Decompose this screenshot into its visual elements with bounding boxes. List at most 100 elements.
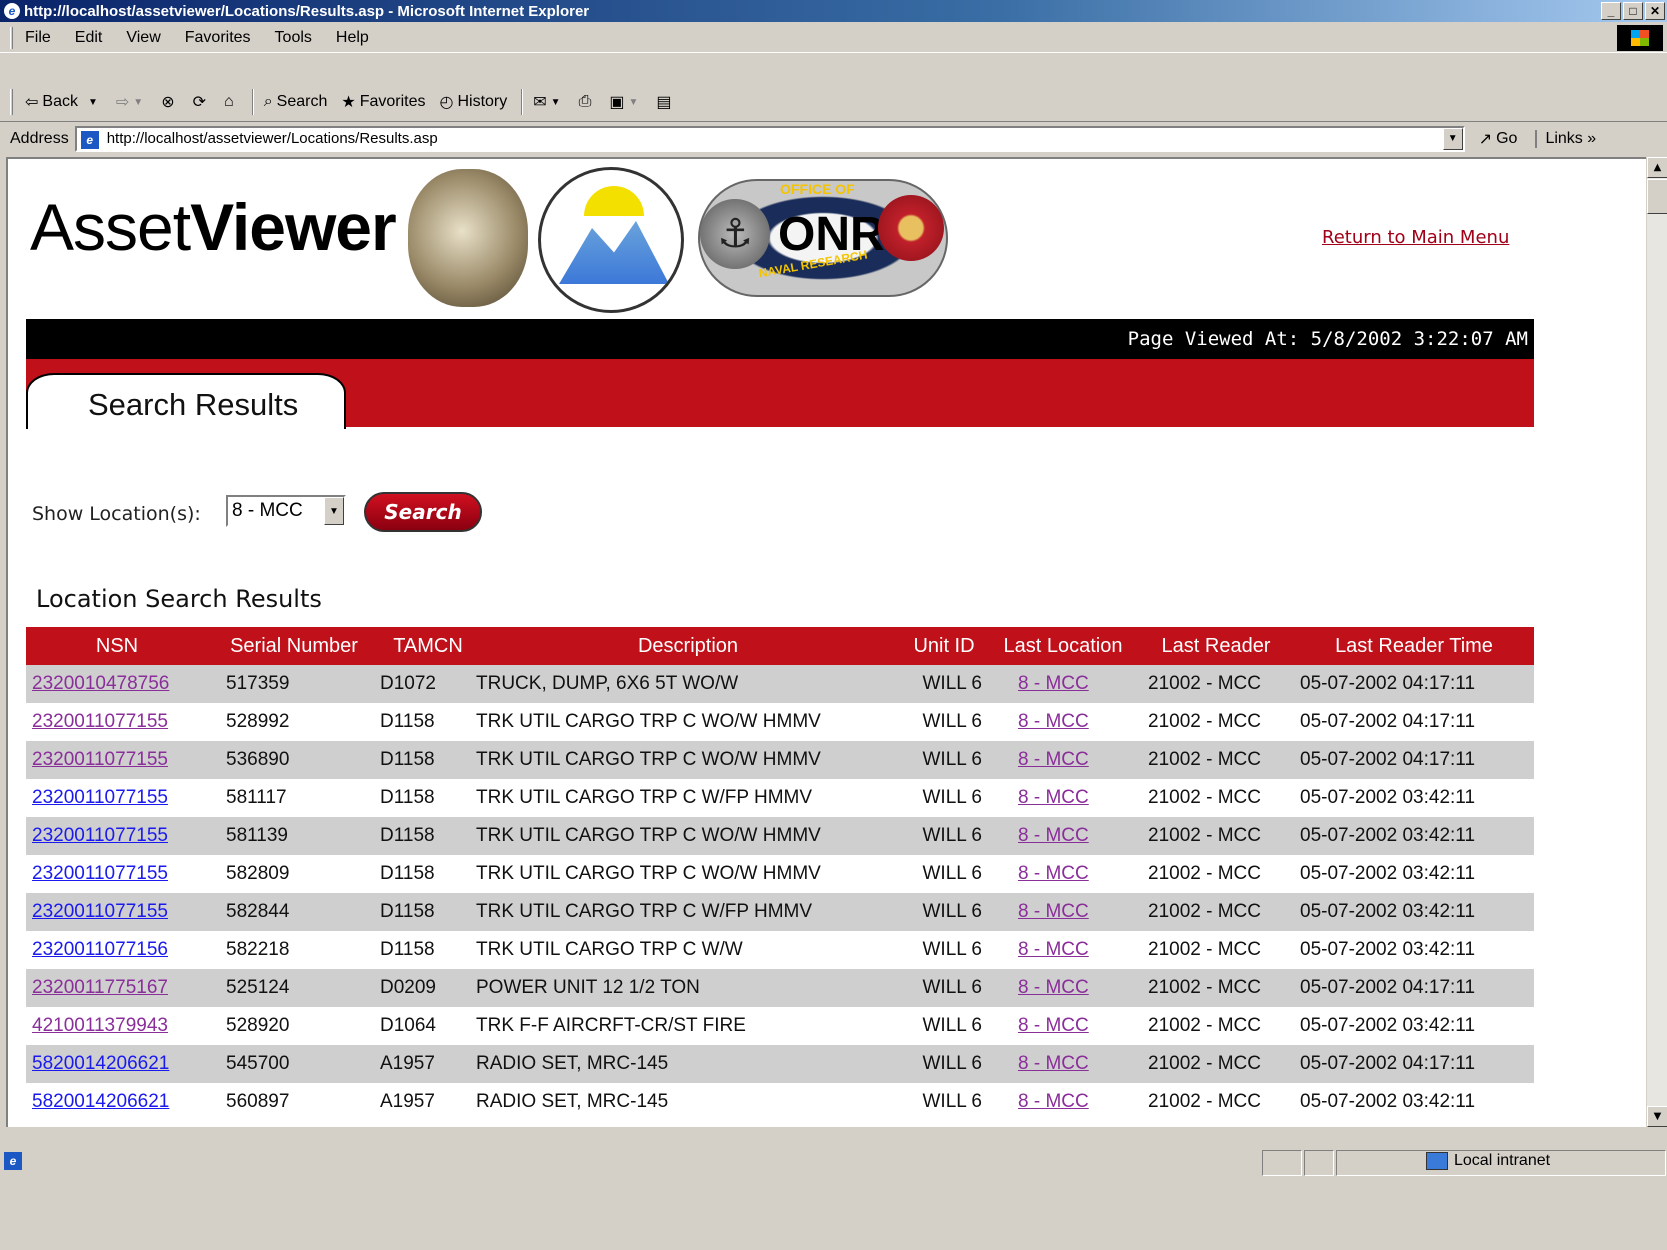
table-cell: WILL 6 [900,703,988,741]
forward-button[interactable]: ⇨ ▼ [116,92,147,112]
last-reader-cell: 21002 - MCC [1148,1053,1261,1074]
page-done-icon: e [4,1152,22,1170]
table-cell: 528992 [208,703,380,741]
last-reader-cell: 21002 - MCC [1148,1015,1261,1036]
return-to-main-menu-link[interactable]: Return to Main Menu [1322,227,1509,248]
table-row: 2320010478756 517359 D1072 TRUCK, DUMP, 6X6… [26,665,1534,703]
nsn-link[interactable]: 5820014206621 [32,1091,169,1112]
col-unit-id[interactable]: Unit ID [900,627,988,665]
refresh-button[interactable]: ⟳ [193,92,210,112]
col-nsn[interactable]: NSN [26,627,208,665]
back-button[interactable]: ⇦ Back ▼ [25,92,102,112]
last-reader-cell: 21002 - MCC [1148,1091,1261,1112]
unit-id-cell: WILL 6 [922,711,983,732]
nsn-link[interactable]: 2320011775167 [32,977,168,998]
serial-number-cell: 581139 [226,825,288,846]
menu-favorites[interactable]: Favorites [185,29,251,47]
favorites-toolbar-button[interactable]: ★ Favorites [341,92,425,112]
table-cell: 8 - MCC [988,1007,1138,1045]
chevron-down-icon[interactable]: ▼ [324,497,344,525]
last-reader-time-cell: 05-07-2002 04:17:11 [1300,1053,1476,1074]
table-cell: 8 - MCC [988,1083,1138,1121]
back-label: Back [42,93,78,110]
nsn-link[interactable]: 2320010478756 [32,673,169,694]
vertical-scrollbar[interactable]: ▲ ▼ [1646,157,1667,1127]
table-cell: 5820014206621 [26,1083,208,1121]
last-location-link[interactable]: 8 - MCC [1018,711,1089,732]
scroll-thumb[interactable] [1647,179,1667,214]
col-last-reader-time[interactable]: Last Reader Time [1294,627,1534,665]
last-location-link[interactable]: 8 - MCC [1018,1015,1089,1036]
mail-button[interactable]: ✉ ▼ [533,92,564,112]
last-location-link[interactable]: 8 - MCC [1018,863,1089,884]
scroll-up-icon[interactable]: ▲ [1647,157,1667,178]
menu-view[interactable]: View [126,29,160,47]
table-cell: D1064 [380,1007,476,1045]
last-location-link[interactable]: 8 - MCC [1018,977,1089,998]
nsn-link[interactable]: 4210011379943 [32,1015,168,1036]
last-reader-time-cell: 05-07-2002 03:42:11 [1300,1091,1476,1112]
go-button[interactable]: ↗ Go [1479,129,1518,149]
history-toolbar-label: History [457,93,508,110]
maximize-button[interactable]: □ [1623,2,1643,20]
menu-file[interactable]: File [25,29,51,47]
home-button[interactable]: ⌂ [224,93,238,111]
stop-button[interactable]: ⊗ [161,92,178,112]
col-last-reader[interactable]: Last Reader [1138,627,1294,665]
col-serial-number[interactable]: Serial Number [208,627,380,665]
last-location-link[interactable]: 8 - MCC [1018,749,1089,770]
usmc-seal-icon [878,195,944,261]
address-input[interactable]: e http://localhost/assetviewer/Locations… [74,125,1465,152]
table-row: 5820014206621 560897 A1957 RADIO SET, MRC-1… [26,1083,1534,1121]
menu-help[interactable]: Help [336,29,369,47]
location-select[interactable]: 8 - MCC ▼ [226,495,346,527]
unit-id-cell: WILL 6 [922,1091,983,1112]
table-cell: TRK UTIL CARGO TRP C WO/W HMMV [476,741,900,779]
search-toolbar-button[interactable]: ⌕ Search [264,93,328,111]
last-location-link[interactable]: 8 - MCC [1018,1053,1089,1074]
address-dropdown-icon[interactable]: ▼ [1442,127,1463,150]
edit-button[interactable]: ▣ ▼ [609,92,642,112]
nsn-link[interactable]: 2320011077155 [32,787,168,808]
nsn-link[interactable]: 2320011077155 [32,825,168,846]
scroll-down-icon[interactable]: ▼ [1647,1106,1667,1127]
close-button[interactable]: ✕ [1645,2,1665,20]
col-description[interactable]: Description [476,627,900,665]
discuss-button[interactable]: ▤ [656,92,675,112]
last-location-link[interactable]: 8 - MCC [1018,825,1089,846]
last-location-link[interactable]: 8 - MCC [1018,939,1089,960]
table-cell: 582809 [208,855,380,893]
menu-edit[interactable]: Edit [75,29,103,47]
nsn-link[interactable]: 5820014206621 [32,1053,169,1074]
favorites-icon: ★ [341,94,356,111]
back-dropdown-icon[interactable]: ▼ [88,97,98,108]
links-button[interactable]: Links » [1535,129,1596,148]
table-cell: 21002 - MCC [1138,703,1294,741]
menu-tools[interactable]: Tools [275,29,312,47]
table-cell: TRK UTIL CARGO TRP C W/W [476,931,900,969]
last-location-link[interactable]: 8 - MCC [1018,673,1089,694]
nsn-link[interactable]: 2320011077155 [32,749,168,770]
table-cell: 517359 [208,665,380,703]
last-location-link[interactable]: 8 - MCC [1018,901,1089,922]
table-cell: 5820014206621 [26,1045,208,1083]
minimize-button[interactable]: _ [1601,2,1621,20]
table-cell: 2320011077156 [26,931,208,969]
history-toolbar-button[interactable]: ◴ History [440,92,508,112]
last-reader-time-cell: 05-07-2002 04:17:11 [1300,711,1476,732]
nsn-link[interactable]: 2320011077156 [32,939,168,960]
table-cell: WILL 6 [900,893,988,931]
last-location-link[interactable]: 8 - MCC [1018,1091,1089,1112]
search-button[interactable]: Search [364,492,482,532]
table-cell: 8 - MCC [988,893,1138,931]
nsn-link[interactable]: 2320011077155 [32,901,168,922]
nsn-link[interactable]: 2320011077155 [32,711,168,732]
print-button[interactable]: ⎙ [579,93,596,111]
address-url: http://localhost/assetviewer/Locations/R… [106,130,438,147]
nsn-link[interactable]: 2320011077155 [32,863,168,884]
last-location-link[interactable]: 8 - MCC [1018,787,1089,808]
col-tamcn[interactable]: TAMCN [380,627,476,665]
table-cell: 8 - MCC [988,855,1138,893]
table-cell: WILL 6 [900,1083,988,1121]
col-last-location[interactable]: Last Location [988,627,1138,665]
